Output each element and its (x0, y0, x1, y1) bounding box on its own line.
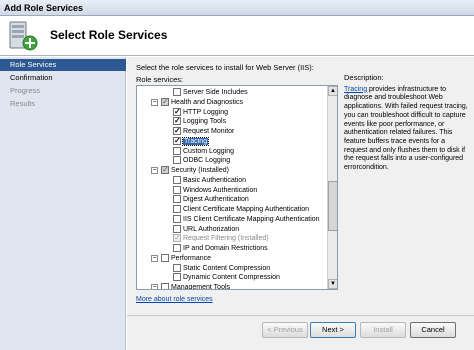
tree-item-label: Basic Authentication (183, 176, 247, 184)
cancel-button[interactable]: Cancel (410, 322, 456, 338)
description-title: Description: (344, 73, 384, 82)
tree-scrollbar[interactable]: ▲ ▼ (327, 86, 337, 289)
collapse-icon[interactable]: − (151, 98, 158, 106)
step-results: Results (10, 99, 36, 108)
tree-item-label: Security (Installed) (171, 167, 229, 174)
title-bar: Add Role Services (0, 0, 474, 16)
tree-item-label: Management Tools (171, 284, 231, 290)
scroll-thumb[interactable] (328, 181, 337, 231)
step-role-services[interactable]: Role Services (0, 59, 126, 71)
tree-item-label: Health and Diagnostics (171, 98, 243, 106)
collapse-icon[interactable]: − (151, 167, 158, 174)
checkbox[interactable] (173, 107, 181, 116)
role-services-tree[interactable]: ▲ ▼ Server Side Includes − Health and Diag… (136, 85, 338, 290)
previous-button[interactable]: < Previous (262, 322, 308, 338)
tracing-link[interactable]: Tracing (344, 86, 367, 93)
checkbox[interactable] (173, 185, 181, 194)
checkbox[interactable] (173, 116, 181, 126)
tree-item-label: Performance (171, 254, 212, 262)
button-separator (127, 315, 474, 316)
tree-item-label: URL Authorization (183, 225, 240, 233)
tree-item-label: ODBC Logging (183, 157, 231, 165)
wizard-steps-sidebar: Role Services Confirmation Progress Resu… (0, 57, 126, 350)
checkbox[interactable] (173, 195, 181, 204)
tree-item-label: Static Content Compression (183, 264, 271, 272)
collapse-icon[interactable]: − (151, 284, 158, 289)
instruction-text: Select the role services to install for … (136, 63, 314, 72)
checkbox[interactable] (173, 263, 181, 272)
checkbox[interactable] (173, 214, 181, 223)
checkbox[interactable] (173, 136, 181, 145)
checkbox[interactable] (173, 126, 181, 135)
checkbox[interactable] (173, 273, 181, 282)
tree-item-label: Request Filtering (Installed) (183, 235, 269, 243)
tree-item-label: Dynamic Content Compression (183, 274, 280, 282)
description-body: Tracing provides infrastructure to diagn… (344, 86, 468, 173)
more-about-role-services-link[interactable]: More about role services (136, 296, 213, 303)
checkbox[interactable] (173, 224, 181, 233)
role-services-label: Role services: (136, 75, 184, 84)
tree-item-label: Client Certificate Mapping Authenticatio… (183, 206, 310, 213)
main-panel: Select the role services to install for … (127, 57, 474, 350)
scroll-up-icon[interactable]: ▲ (328, 86, 337, 96)
checkbox[interactable] (173, 244, 181, 252)
page-title: Select Role Services (50, 28, 168, 42)
step-progress: Progress (10, 86, 41, 95)
checkbox[interactable] (161, 283, 169, 289)
tree-item-label: HTTP Logging (183, 108, 229, 116)
step-confirmation[interactable]: Confirmation (0, 72, 126, 84)
tree-item-label: Custom Logging (183, 147, 234, 155)
tree-item-label: IP and Domain Restrictions (183, 245, 268, 252)
tree-item-label: Windows Authentication (183, 186, 258, 194)
tree-item-label: Digest Authentication (183, 196, 249, 204)
scroll-down-icon[interactable]: ▼ (328, 279, 337, 289)
checkbox[interactable] (161, 97, 169, 106)
tree-item-label: Request Monitor (183, 128, 235, 135)
tree-item-label: Server Side Includes (183, 89, 248, 96)
checkbox[interactable] (173, 175, 181, 184)
checkbox[interactable] (161, 253, 169, 262)
window-title: Add Role Services (4, 3, 84, 13)
tree-item-label: Logging Tools (183, 118, 227, 126)
next-button[interactable]: Next > (310, 322, 356, 338)
checkbox[interactable] (173, 88, 181, 96)
wizard-header: Select Role Services (0, 16, 474, 56)
description-panel: Description: Tracing provides infrastruc… (344, 73, 468, 173)
checkbox[interactable] (173, 233, 181, 243)
checkbox[interactable] (173, 146, 181, 155)
checkbox[interactable] (173, 205, 181, 213)
server-add-icon (9, 21, 38, 51)
checkbox[interactable] (173, 156, 181, 165)
tree-item-label: Tracing (181, 136, 210, 146)
checkbox[interactable] (161, 165, 169, 174)
install-button[interactable]: Install (360, 322, 406, 338)
tree-item-label: IIS Client Certificate Mapping Authentic… (183, 215, 320, 223)
collapse-icon[interactable]: − (151, 254, 158, 262)
description-text: provides infrastructure to diagnose and … (344, 85, 468, 172)
